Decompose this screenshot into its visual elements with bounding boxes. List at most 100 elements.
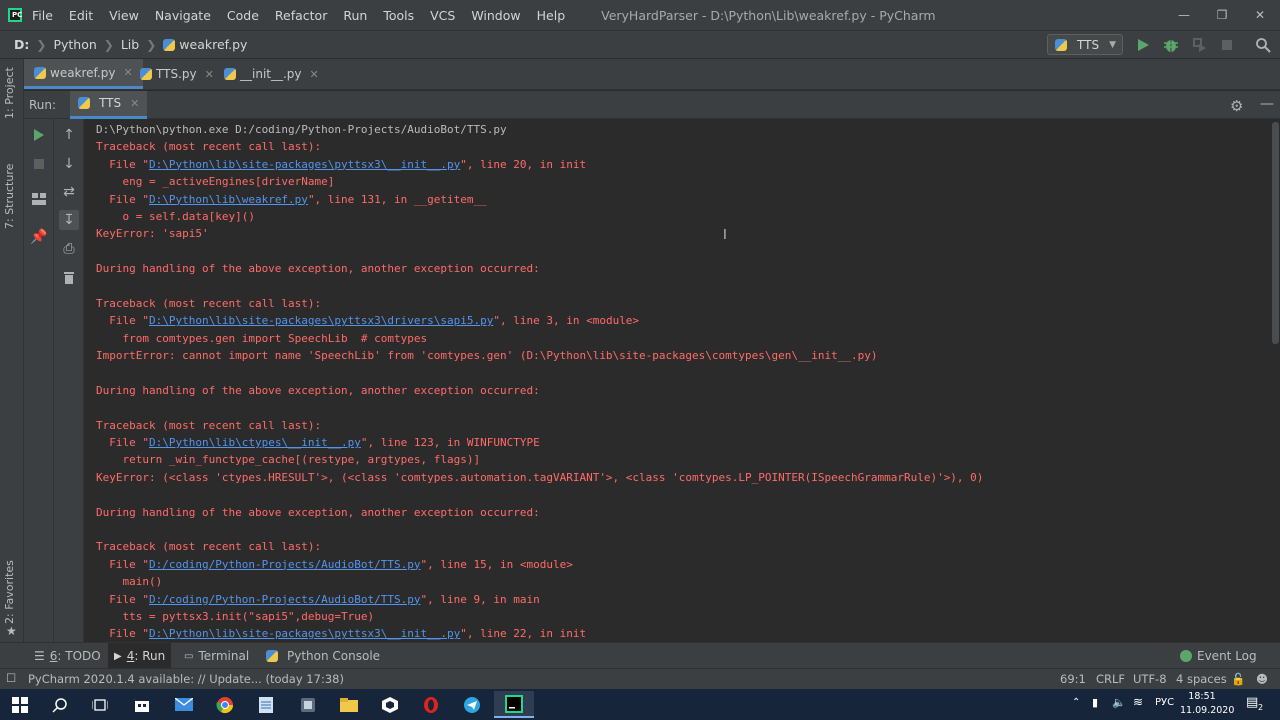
menu-code[interactable]: Code	[227, 8, 259, 23]
menu-window[interactable]: Window	[471, 8, 520, 23]
file-link[interactable]: D:\Python\lib\ctypes\__init__.py	[149, 436, 361, 449]
rerun-icon[interactable]	[29, 125, 49, 145]
menu-bar: File Edit View Navigate Code Refactor Run Tools…	[32, 8, 581, 23]
mail-icon[interactable]	[164, 691, 204, 718]
taskbar-clock[interactable]: 18:51 11.09.2020	[1180, 690, 1234, 718]
console-line: from comtypes.gen import SpeechLib # com…	[96, 330, 1270, 347]
console-line: main()	[96, 573, 1270, 590]
menu-refactor[interactable]: Refactor	[275, 8, 327, 23]
lock-icon[interactable]: 🔓	[1231, 672, 1245, 686]
file-link[interactable]: D:/coding/Python-Projects/AudioBot/TTS.p…	[149, 593, 421, 606]
search-icon[interactable]	[40, 691, 80, 718]
layout-icon[interactable]	[29, 189, 49, 209]
todo-tool-tab[interactable]: ☰ 6: TODO	[28, 643, 107, 669]
coverage-icon[interactable]	[1190, 36, 1208, 54]
favorites-tool-tab[interactable]: 2: Favorites	[3, 560, 16, 624]
search-icon[interactable]	[1254, 36, 1272, 54]
volume-icon[interactable]: 🔈	[1112, 696, 1126, 709]
menu-edit[interactable]: Edit	[69, 8, 93, 23]
file-link[interactable]: D:\Python\lib\site-packages\pyttsx3\__in…	[149, 158, 460, 171]
arrow-up-icon[interactable]: ↑	[59, 125, 79, 145]
editor-tab-label: weakref.py	[50, 65, 116, 80]
telegram-icon[interactable]	[452, 691, 492, 718]
breadcrumb-python[interactable]: Python	[53, 37, 96, 52]
soft-wrap-icon[interactable]: ⇄	[59, 182, 79, 202]
scroll-to-end-icon[interactable]: ↧	[59, 210, 79, 230]
windows-start-icon[interactable]	[0, 691, 40, 718]
editor-tab-tts[interactable]: TTS.py ✕	[130, 59, 224, 89]
terminal-tool-tab[interactable]: ▭ Terminal	[178, 643, 255, 669]
inspector-icon[interactable]: ☻	[1256, 672, 1268, 686]
python-file-icon	[78, 97, 91, 109]
file-link[interactable]: D:\Python\lib\site-packages\pyttsx3\driv…	[149, 314, 493, 327]
print-icon[interactable]: ⎙	[59, 239, 79, 259]
menu-run[interactable]: Run	[343, 8, 367, 23]
run-tab-tts[interactable]: TTS ✕	[70, 90, 148, 119]
menu-vcs[interactable]: VCS	[430, 8, 455, 23]
menu-file[interactable]: File	[32, 8, 53, 23]
breadcrumb-lib[interactable]: Lib	[121, 37, 139, 52]
menu-help[interactable]: Help	[537, 8, 566, 23]
notification-icon[interactable]: ▤	[1246, 695, 1258, 710]
task-view-icon[interactable]	[80, 691, 120, 718]
notepad-icon[interactable]	[246, 691, 286, 718]
editor-tab-init[interactable]: __init__.py ✕	[214, 59, 329, 89]
close-tab-icon[interactable]: ✕	[130, 97, 139, 110]
menu-tools[interactable]: Tools	[383, 8, 414, 23]
update-notification[interactable]: PyCharm 2020.1.4 available: // Update...…	[28, 672, 344, 686]
arrow-down-icon[interactable]: ↓	[59, 154, 79, 174]
hide-panel-icon[interactable]: —	[1260, 96, 1274, 112]
stop-icon[interactable]	[29, 154, 49, 174]
project-tool-tab[interactable]: 1: Project	[3, 67, 16, 119]
run-toolbar-primary: 📌	[24, 119, 54, 642]
language-indicator[interactable]: РУС	[1155, 697, 1174, 708]
store-icon[interactable]	[122, 691, 162, 718]
console-text: main()	[96, 575, 163, 589]
console-line: KeyError: 'sapi5'	[96, 225, 1270, 242]
line-separator[interactable]: CRLF	[1096, 672, 1125, 686]
chevron-up-icon[interactable]: ⌃	[1072, 697, 1080, 708]
trash-icon[interactable]	[59, 267, 79, 287]
run-tool-tab[interactable]: ▶ 4: Run	[108, 643, 172, 669]
run-console-output[interactable]: D:\Python\python.exe D:/coding/Python-Pr…	[85, 119, 1270, 642]
console-line: File "D:\Python\lib\site-packages\pyttsx…	[96, 625, 1270, 642]
debug-icon[interactable]	[1162, 36, 1180, 54]
indent-setting[interactable]: 4 spaces	[1176, 672, 1227, 686]
stop-icon[interactable]	[1218, 36, 1236, 54]
status-window-icon[interactable]: ☐	[6, 671, 16, 685]
file-encoding[interactable]: UTF-8	[1133, 672, 1167, 686]
file-link[interactable]: D:\Python\lib\weakref.py	[149, 193, 308, 206]
restore-icon[interactable]: ❐	[1204, 0, 1240, 30]
file-link[interactable]: D:\Python\lib\site-packages\pyttsx3\__in…	[149, 627, 460, 640]
pin-icon[interactable]: 📌	[29, 227, 49, 247]
structure-tool-tab[interactable]: 7: Structure	[3, 164, 16, 229]
run-configuration-select[interactable]: TTS ▼	[1047, 34, 1123, 55]
caret-position[interactable]: 69:1	[1060, 672, 1086, 686]
menu-navigate[interactable]: Navigate	[155, 8, 211, 23]
event-log-tool-tab[interactable]: Event Log	[1174, 643, 1263, 669]
menu-view[interactable]: View	[109, 8, 139, 23]
chrome-icon[interactable]	[205, 691, 245, 718]
pycharm-taskbar-icon[interactable]	[494, 691, 534, 718]
app-icon[interactable]	[288, 691, 328, 718]
gear-icon[interactable]: ⚙	[1230, 97, 1243, 115]
editor-tab-weakref[interactable]: weakref.py ✕	[24, 59, 143, 89]
console-text: Traceback (most recent call last):	[96, 140, 322, 154]
minimize-icon[interactable]: —	[1166, 0, 1202, 30]
breadcrumb-drive[interactable]: D:	[14, 37, 29, 52]
breadcrumb-file[interactable]: weakref.py	[179, 37, 247, 52]
file-explorer-icon[interactable]	[329, 691, 369, 718]
battery-icon[interactable]: ▮	[1092, 696, 1098, 709]
python-console-tool-tab[interactable]: Python Console	[260, 643, 386, 669]
close-tab-icon[interactable]: ✕	[205, 68, 214, 81]
wifi-icon[interactable]: ≋	[1133, 695, 1143, 709]
close-tab-icon[interactable]: ✕	[310, 68, 319, 81]
file-link[interactable]: D:/coding/Python-Projects/AudioBot/TTS.p…	[149, 558, 421, 571]
unity-icon[interactable]	[370, 691, 410, 718]
console-line: During handling of the above exception, …	[96, 382, 1270, 399]
opera-icon[interactable]	[411, 691, 451, 718]
console-scrollbar-thumb[interactable]	[1272, 122, 1279, 344]
close-window-icon[interactable]: ✕	[1242, 0, 1278, 30]
run-icon[interactable]	[1134, 36, 1152, 54]
